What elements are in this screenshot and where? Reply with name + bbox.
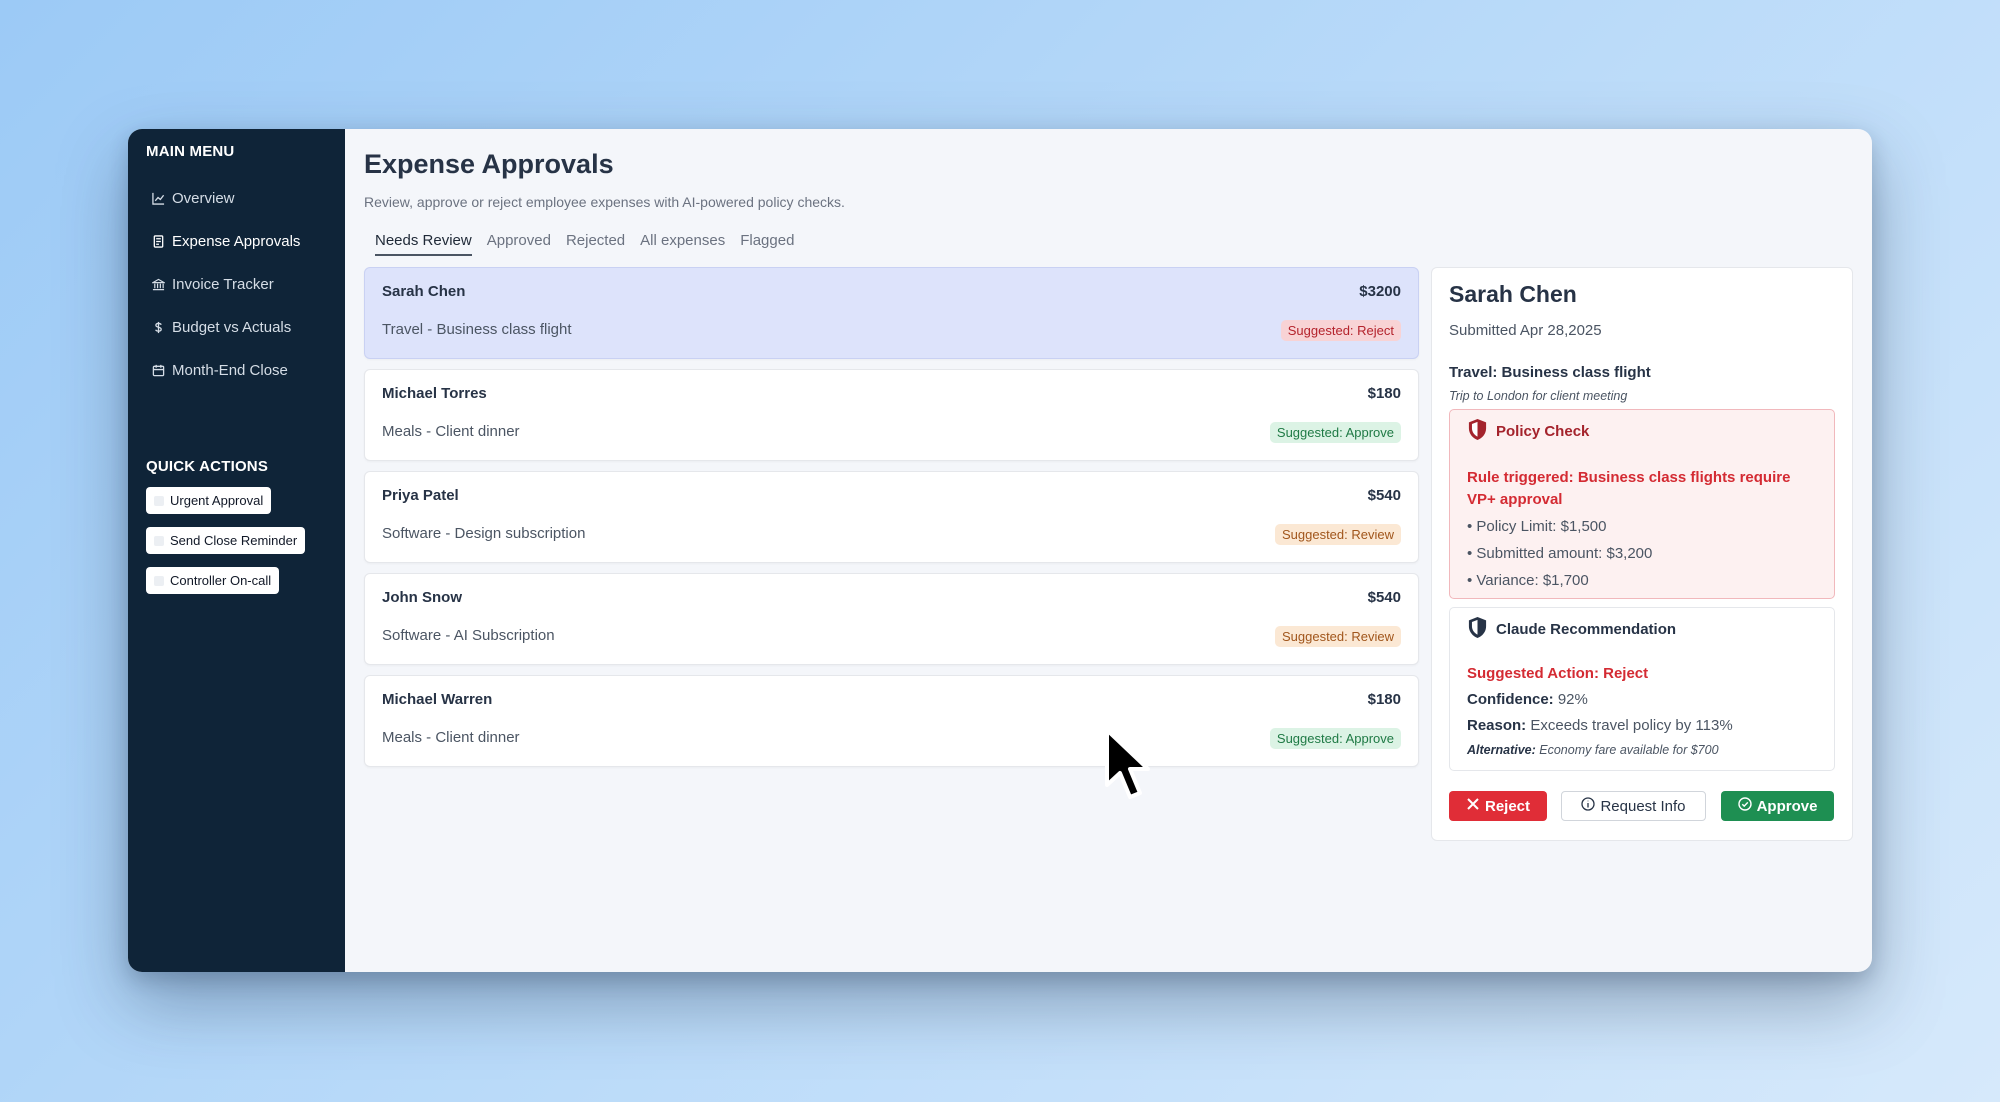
check-circle-icon: [1737, 797, 1752, 815]
policy-limit: • Policy Limit: $1,500: [1467, 518, 1607, 535]
alternative-label: Alternative:: [1467, 743, 1536, 757]
sidebar-item-month-end-close[interactable]: Month-End Close: [146, 349, 327, 392]
request-info-label: Request Info: [1600, 797, 1686, 815]
expense-description: Software - AI Subscription: [382, 627, 555, 644]
expense-amount: $540: [1367, 487, 1401, 504]
alternative-value: Economy fare available for $700: [1539, 743, 1719, 757]
expense-card[interactable]: Sarah Chen $3200 Travel - Business class…: [364, 267, 1419, 359]
status-tabs: Needs Review Approved Rejected All expen…: [375, 232, 1854, 256]
approve-button[interactable]: Approve: [1721, 791, 1834, 821]
detail-submitted-date: Submitted Apr 28,2025: [1449, 322, 1602, 339]
employee-name: Michael Warren: [382, 691, 493, 708]
shield-icon: [1467, 616, 1488, 643]
expense-detail-panel: Sarah Chen Submitted Apr 28,2025 Travel:…: [1431, 267, 1853, 841]
sidebar-item-label: Invoice Tracker: [172, 276, 274, 293]
suggestion-badge: Suggested: Review: [1274, 626, 1401, 647]
policy-check-box: Policy Check Rule triggered: Business cl…: [1449, 409, 1835, 599]
expense-card[interactable]: Michael Warren $180 Meals - Client dinne…: [364, 675, 1419, 767]
send-close-reminder-button[interactable]: Send Close Reminder: [146, 527, 306, 554]
tab-needs-review[interactable]: Needs Review: [375, 232, 472, 256]
employee-name: Priya Patel: [382, 487, 459, 504]
app-window: MAIN MENU Overview Expense Approvals Inv…: [128, 129, 1872, 972]
quick-actions-heading: QUICK ACTIONS: [146, 458, 269, 475]
suggestion-badge: Suggested: Reject: [1280, 320, 1401, 341]
main-content: Expense Approvals Review, approve or rej…: [345, 129, 1872, 972]
expense-description: Meals - Client dinner: [382, 423, 520, 440]
calendar-icon: [151, 363, 166, 378]
submitted-amount: • Submitted amount: $3,200: [1467, 545, 1653, 562]
main-menu-heading: MAIN MENU: [146, 143, 235, 160]
expense-list: Sarah Chen $3200 Travel - Business class…: [364, 267, 1419, 777]
suggested-action: Suggested Action: Reject: [1467, 665, 1649, 682]
expense-amount: $540: [1367, 589, 1401, 606]
expense-card[interactable]: John Snow $540 Software - AI Subscriptio…: [364, 573, 1419, 665]
info-icon: [1581, 797, 1596, 815]
suggestion-badge: Suggested: Approve: [1269, 728, 1401, 749]
recommendation-title: Claude Recommendation: [1496, 621, 1677, 638]
alternative-line: Alternative: Economy fare available for …: [1467, 743, 1817, 757]
detail-category: Travel: Business class flight: [1449, 364, 1651, 381]
mouse-cursor-icon: [1105, 728, 1150, 799]
expense-amount: $180: [1367, 385, 1401, 402]
suggestion-badge: Suggested: Approve: [1269, 422, 1401, 443]
approve-label: Approve: [1756, 797, 1818, 815]
employee-name: John Snow: [382, 589, 462, 606]
sidebar-item-expense-approvals[interactable]: Expense Approvals: [146, 220, 327, 263]
expense-card[interactable]: Priya Patel $540 Software - Design subsc…: [364, 471, 1419, 563]
reason-label: Reason:: [1467, 717, 1527, 734]
phone-icon: [154, 575, 164, 586]
reject-label: Reject: [1484, 797, 1531, 815]
reject-button[interactable]: Reject: [1449, 791, 1547, 821]
quick-action-label: Urgent Approval: [170, 493, 264, 508]
sidebar-item-budget-vs-actuals[interactable]: Budget vs Actuals: [146, 306, 327, 349]
claude-recommendation-box: Claude Recommendation Suggested Action: …: [1449, 607, 1835, 771]
bolt-icon: [154, 495, 164, 506]
bank-icon: [151, 277, 166, 292]
expense-card[interactable]: Michael Torres $180 Meals - Client dinne…: [364, 369, 1419, 461]
detail-employee-name: Sarah Chen: [1449, 281, 1577, 307]
dollar-icon: [151, 320, 166, 335]
expense-description: Travel - Business class flight: [382, 321, 572, 338]
suggestion-badge: Suggested: Review: [1274, 524, 1401, 545]
controller-on-call-button[interactable]: Controller On-call: [146, 567, 280, 594]
policy-check-title: Policy Check: [1496, 423, 1590, 440]
tab-all-expenses[interactable]: All expenses: [640, 232, 725, 256]
bell-icon: [154, 535, 164, 546]
sidebar: MAIN MENU Overview Expense Approvals Inv…: [128, 129, 345, 972]
employee-name: Sarah Chen: [382, 283, 466, 300]
close-icon: [1466, 797, 1480, 815]
sidebar-item-overview[interactable]: Overview: [146, 177, 327, 220]
request-info-button[interactable]: Request Info: [1561, 791, 1706, 821]
policy-rule-triggered: Rule triggered: Business class flights r…: [1467, 469, 1791, 508]
page-subtitle: Review, approve or reject employee expen…: [364, 194, 845, 210]
tab-approved[interactable]: Approved: [487, 232, 551, 256]
expense-description: Software - Design subscription: [382, 525, 586, 542]
quick-action-label: Send Close Reminder: [170, 533, 298, 548]
confidence-line: Confidence: 92%: [1467, 691, 1817, 708]
sidebar-item-label: Budget vs Actuals: [172, 319, 292, 336]
quick-action-label: Controller On-call: [170, 573, 272, 588]
expense-description: Meals - Client dinner: [382, 729, 520, 746]
decision-actions: Reject Request Info Approve: [1449, 791, 1835, 821]
urgent-approval-button[interactable]: Urgent Approval: [146, 487, 272, 514]
tab-rejected[interactable]: Rejected: [566, 232, 625, 256]
sidebar-item-label: Month-End Close: [172, 362, 288, 379]
tab-flagged[interactable]: Flagged: [740, 232, 794, 256]
employee-name: Michael Torres: [382, 385, 487, 402]
shield-icon: [1467, 418, 1488, 445]
variance: • Variance: $1,700: [1467, 572, 1589, 589]
chart-line-icon: [151, 191, 166, 206]
confidence-label: Confidence:: [1467, 691, 1554, 708]
sidebar-item-invoice-tracker[interactable]: Invoice Tracker: [146, 263, 327, 306]
sidebar-item-label: Overview: [172, 190, 235, 207]
confidence-value: 92%: [1557, 691, 1588, 708]
receipt-icon: [151, 234, 166, 249]
detail-note: Trip to London for client meeting: [1449, 389, 1628, 403]
expense-amount: $3200: [1359, 283, 1401, 300]
page-title: Expense Approvals: [364, 149, 614, 179]
reason-line: Reason: Exceeds travel policy by 113%: [1467, 717, 1817, 734]
reason-value: Exceeds travel policy by 113%: [1530, 717, 1733, 734]
expense-amount: $180: [1367, 691, 1401, 708]
sidebar-item-label: Expense Approvals: [172, 233, 301, 250]
